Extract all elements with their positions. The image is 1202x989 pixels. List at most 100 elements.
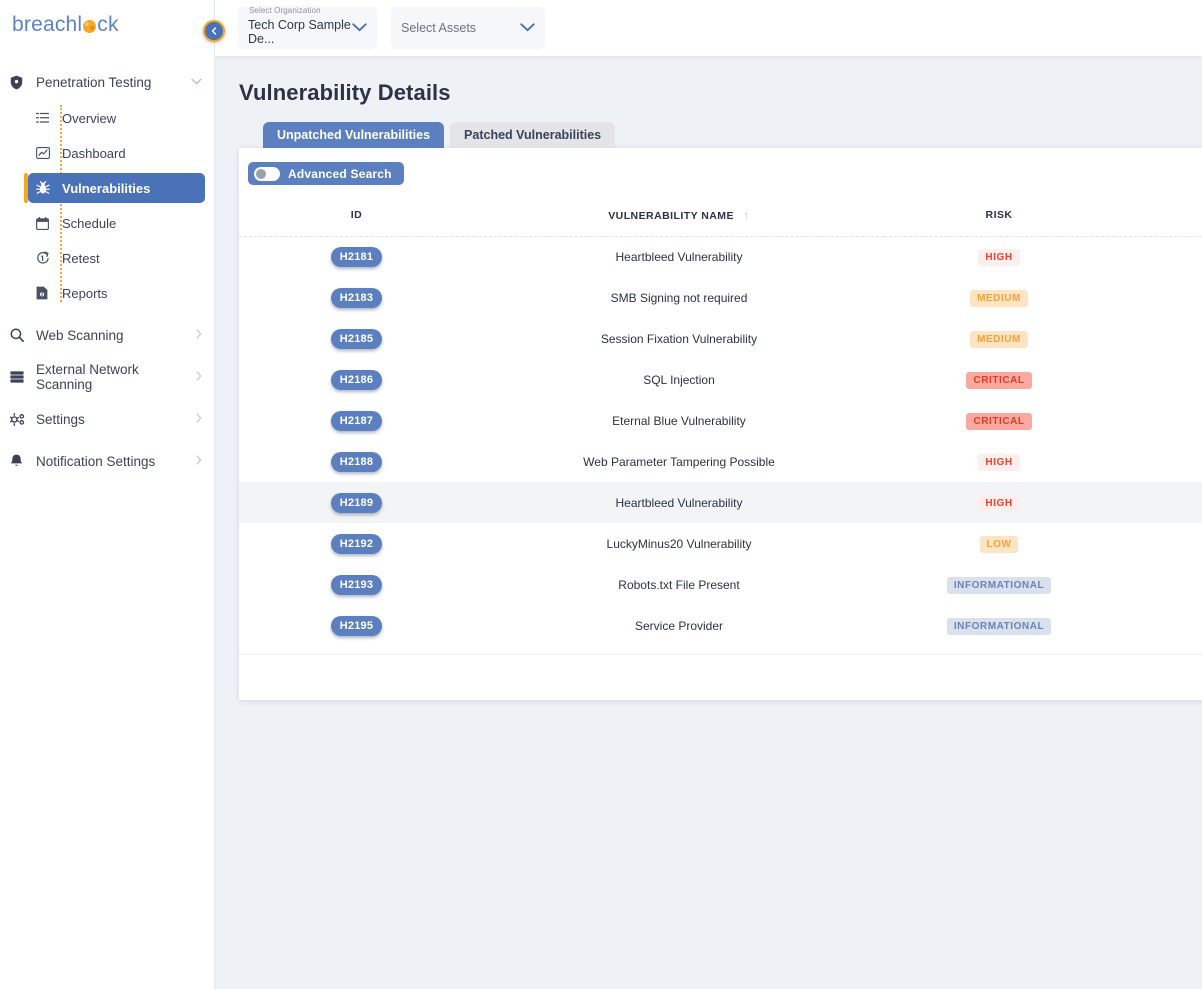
topbar: Select Organization Tech Corp Sample De.… [215,0,1202,56]
sidebar-item-label: Dashboard [62,145,126,161]
cell-risk: CRITICAL [884,359,1114,400]
cell-spacer [1114,236,1202,277]
cell-risk: HIGH [884,482,1114,523]
sidebar-group-penetration-testing[interactable]: Penetration Testing [0,66,214,98]
sidebar-item-schedule[interactable]: Schedule [28,208,205,238]
table-row[interactable]: H2192 LuckyMinus20 Vulnerability LOW [239,523,1202,564]
cell-spacer [1114,482,1202,523]
sidebar-item-web-scanning[interactable]: Web Scanning [0,320,214,350]
sidebar-submenu: Overview Dashboard Vulnerabilities Sched… [0,103,214,308]
cell-risk: HIGH [884,441,1114,482]
vulnerability-id-badge[interactable]: H2186 [330,369,383,390]
cell-name: Service Provider [474,605,884,646]
sidebar-item-label: Overview [62,110,117,126]
vulnerability-id-badge[interactable]: H2181 [330,246,383,267]
vulnerability-id-badge[interactable]: H2183 [330,287,383,308]
cell-name: SMB Signing not required [474,277,884,318]
sidebar-item-settings[interactable]: Settings [0,404,214,434]
assets-select[interactable]: Select Assets [391,7,545,49]
risk-badge: CRITICAL [966,372,1032,389]
vulnerability-id-badge[interactable]: H2188 [330,451,383,472]
chevron-right-icon [196,370,202,384]
tab-patched-vulnerabilities[interactable]: Patched Vulnerabilities [450,122,616,148]
search-icon [10,328,36,342]
chevron-right-icon [196,454,202,468]
vulnerability-name: Heartbleed Vulnerability [615,249,743,264]
cell-id: H2192 [239,523,474,564]
vulnerability-id-badge[interactable]: H2189 [330,492,383,513]
sidebar-item-retest[interactable]: Retest [28,243,205,273]
table-body: H2181 Heartbleed Vulnerability HIGH H2183 SM… [239,236,1202,646]
tab-unpatched-vulnerabilities[interactable]: Unpatched Vulnerabilities [263,122,445,148]
risk-badge: HIGH [978,454,1020,471]
table-row[interactable]: H2183 SMB Signing not required MEDIUM [239,277,1202,318]
vulnerability-id-badge[interactable]: H2192 [330,533,383,554]
tab-bar: Unpatched Vulnerabilities Patched Vulner… [215,106,1202,148]
toggle-switch[interactable] [254,166,280,181]
cell-spacer [1114,400,1202,441]
list-icon [36,112,62,124]
cell-risk: INFORMATIONAL [884,605,1114,646]
report-icon [36,286,62,300]
server-icon [10,371,36,383]
sidebar: breachl ck Penetration Testing Overview … [0,0,225,989]
cell-id: H2188 [239,441,474,482]
advanced-search-label: Advanced Search [288,166,392,181]
column-header-id[interactable]: ID [239,207,474,237]
table-row[interactable]: H2181 Heartbleed Vulnerability HIGH [239,236,1202,277]
table-head: ID VULNERABILITY NAME ↑ RISK [239,207,1202,237]
cell-id: H2183 [239,277,474,318]
sidebar-group-label: Penetration Testing [36,74,152,90]
risk-badge: INFORMATIONAL [946,577,1052,594]
table-row[interactable]: H2188 Web Parameter Tampering Possible HIG… [239,441,1202,482]
vulnerability-id-badge[interactable]: H2185 [330,328,383,349]
app-root: breachl ck Penetration Testing Overview … [0,0,1202,989]
sidebar-item-vulnerabilities[interactable]: Vulnerabilities [24,173,205,203]
brand-lock-icon [83,20,97,33]
vulnerability-id-badge[interactable]: H2195 [330,615,383,636]
cell-spacer [1114,441,1202,482]
advanced-search-toggle[interactable]: Advanced Search [248,162,404,185]
table-row[interactable]: H2186 SQL Injection CRITICAL [239,359,1202,400]
cell-id: H2181 [239,236,474,277]
sidebar-item-label: Retest [62,250,100,266]
risk-badge: INFORMATIONAL [946,618,1052,635]
brand-logo[interactable]: breachl ck [0,0,214,52]
sidebar-item-external-network-scanning[interactable]: External Network Scanning [0,362,214,392]
sidebar-item-overview[interactable]: Overview [28,103,205,133]
cell-risk: INFORMATIONAL [884,564,1114,605]
table-row[interactable]: H2195 Service Provider INFORMATIONAL [239,605,1202,646]
arrow-up-icon: ↑ [743,207,750,222]
bug-icon [36,181,62,195]
risk-badge: HIGH [978,249,1020,267]
sidebar-collapse-button[interactable] [203,20,225,42]
cell-spacer [1114,277,1202,318]
vulnerability-name: Heartbleed Vulnerability [615,495,743,510]
vulnerability-name: Web Parameter Tampering Possible [583,454,775,469]
cell-spacer [1114,605,1202,646]
column-header-risk[interactable]: RISK [884,207,1114,237]
sidebar-item-label: Notification Settings [36,453,156,469]
cell-id: H2195 [239,605,474,646]
sidebar-item-notification-settings[interactable]: Notification Settings [0,446,214,476]
risk-badge: MEDIUM [970,290,1028,307]
vulnerability-name: Session Fixation Vulnerability [600,331,758,346]
risk-badge: MEDIUM [970,331,1028,348]
sidebar-item-reports[interactable]: Reports [28,278,205,308]
table-row[interactable]: H2193 Robots.txt File Present INFORMATIONA… [239,564,1202,605]
vulnerability-id-badge[interactable]: H2187 [330,410,383,431]
vulnerabilities-table: ID VULNERABILITY NAME ↑ RISK H2181 Heartb… [239,207,1202,647]
toggle-knob [256,168,266,179]
column-header-vulnerability-name[interactable]: VULNERABILITY NAME ↑ [474,207,884,237]
table-row[interactable]: H2185 Session Fixation Vulnerability MEDIU… [239,318,1202,359]
organization-select[interactable]: Select Organization Tech Corp Sample De.… [238,6,377,49]
chevron-down-icon [520,19,535,37]
table-row[interactable]: H2187 Eternal Blue Vulnerability CRITICAL [239,400,1202,441]
table-row[interactable]: H2189 Heartbleed Vulnerability HIGH [239,482,1202,523]
sidebar-item-dashboard[interactable]: Dashboard [28,138,205,168]
sidebar-item-label: Schedule [62,215,117,231]
cell-name: LuckyMinus20 Vulnerability [474,523,884,564]
vulnerability-id-badge[interactable]: H2193 [330,574,383,595]
shield-icon [10,75,36,90]
risk-badge: LOW [979,536,1019,553]
